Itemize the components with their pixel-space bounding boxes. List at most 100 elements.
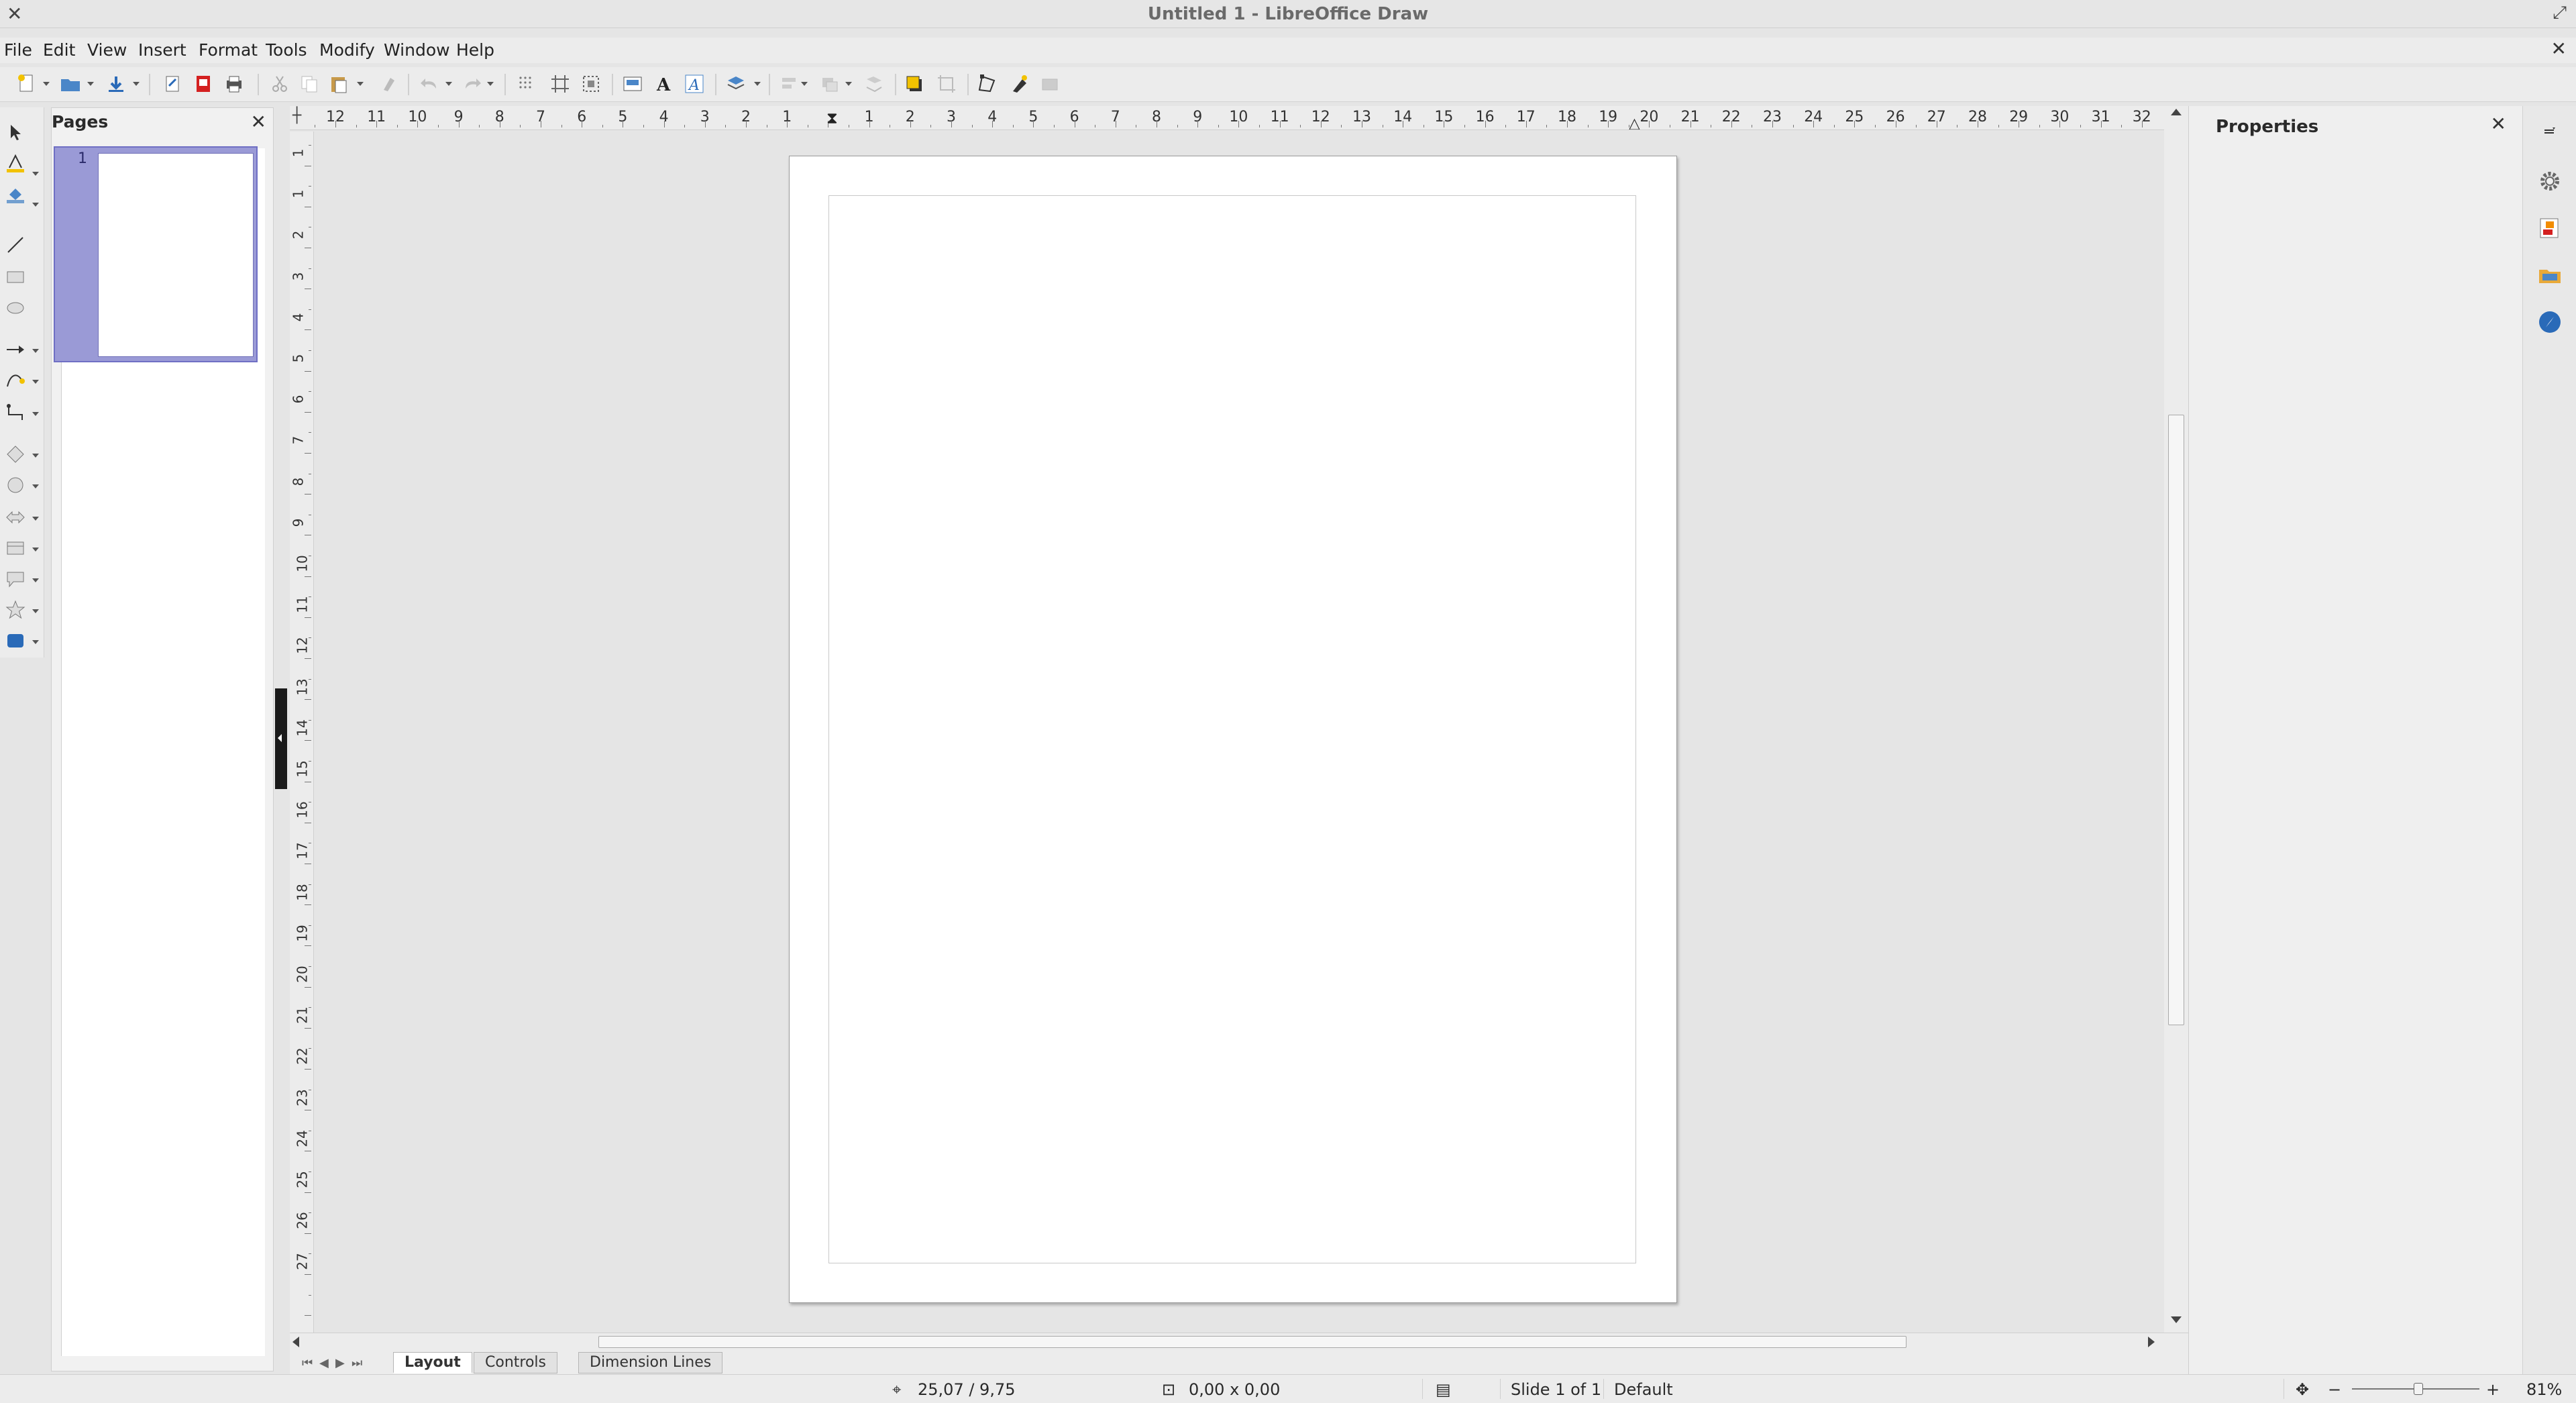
fill-color-icon[interactable] xyxy=(5,184,25,204)
points-icon[interactable] xyxy=(975,72,998,95)
grid-icon[interactable] xyxy=(515,72,538,95)
menu-view[interactable]: View xyxy=(87,40,127,60)
toggle-extrusion-icon[interactable] xyxy=(1038,72,1061,95)
zoom-out-icon[interactable]: − xyxy=(2328,1380,2341,1399)
open-icon[interactable] xyxy=(59,72,82,95)
horizontal-scroll-thumb[interactable] xyxy=(598,1336,1907,1348)
menu-tools[interactable]: Tools xyxy=(266,40,307,60)
properties-close-icon[interactable]: ✕ xyxy=(2491,113,2506,135)
left-margin-marker-icon[interactable]: ⧗ xyxy=(826,109,838,127)
scroll-up-icon[interactable] xyxy=(2171,109,2182,115)
horizontal-scrollbar[interactable] xyxy=(290,1333,2161,1351)
gallery-icon[interactable] xyxy=(2536,262,2563,289)
copy-icon[interactable] xyxy=(298,72,321,95)
curve-icon[interactable] xyxy=(5,370,25,391)
line-tool-icon[interactable] xyxy=(5,235,25,255)
right-margin-marker-icon[interactable]: △ xyxy=(1629,115,1640,129)
export-pdf-icon[interactable] xyxy=(192,72,215,95)
transform-icon[interactable] xyxy=(724,72,747,95)
ruler-label: 1 xyxy=(290,148,307,158)
shadow-icon[interactable] xyxy=(903,72,926,95)
zoom-slider-knob[interactable] xyxy=(2413,1383,2423,1395)
tab-controls[interactable]: Controls xyxy=(474,1352,557,1373)
extrusion-icon[interactable] xyxy=(863,72,885,95)
properties-gear-icon[interactable] xyxy=(2536,168,2563,195)
navigator-icon[interactable] xyxy=(2536,309,2563,335)
symbol-shapes-icon[interactable] xyxy=(5,475,25,495)
menu-modify[interactable]: Modify xyxy=(319,40,375,60)
document-close-icon[interactable]: ✕ xyxy=(2551,38,2567,60)
menu-insert[interactable]: Insert xyxy=(138,40,186,60)
first-tab-icon[interactable]: ⏮ xyxy=(302,1356,313,1370)
fontwork-icon[interactable]: A xyxy=(652,72,675,95)
ruler-tick xyxy=(305,1027,311,1029)
ruler-label: 7 xyxy=(290,436,307,445)
text-icon[interactable]: A xyxy=(683,72,706,95)
image-icon[interactable] xyxy=(621,72,644,95)
crop-icon[interactable] xyxy=(935,72,958,95)
clone-formatting-icon[interactable] xyxy=(377,72,400,95)
pages-panel-close-icon[interactable]: ✕ xyxy=(251,111,266,133)
drawing-canvas[interactable] xyxy=(315,132,2164,1333)
align-icon[interactable] xyxy=(778,72,801,95)
scroll-left-icon[interactable] xyxy=(292,1337,299,1347)
pages-panel-header: Pages ✕ xyxy=(52,108,273,136)
zoom-level[interactable]: 81% xyxy=(2526,1380,2562,1399)
ellipse-tool-icon[interactable] xyxy=(5,298,25,318)
menu-help[interactable]: Help xyxy=(456,40,494,60)
block-arrows-icon[interactable] xyxy=(5,507,25,527)
tab-layout[interactable]: Layout xyxy=(393,1352,472,1373)
drawing-page[interactable] xyxy=(789,156,1677,1303)
vertical-ruler[interactable]: 1 1 2 3 4 5 6 7 8 9 10 11 12 13 14 15 16 17 18 19 20 21 22 23 24… xyxy=(290,132,314,1333)
menu-file[interactable]: File xyxy=(4,40,32,60)
stars-icon[interactable] xyxy=(5,600,25,620)
helplines-icon[interactable] xyxy=(549,72,572,95)
line-color-icon[interactable] xyxy=(5,153,25,173)
ruler-origin-icon[interactable]: ┼ xyxy=(292,107,301,124)
connector-icon[interactable] xyxy=(5,403,25,423)
redo-icon[interactable] xyxy=(460,72,483,95)
last-tab-icon[interactable]: ⏭ xyxy=(352,1356,362,1370)
sidebar-menu-icon[interactable] xyxy=(2536,118,2563,145)
menu-format[interactable]: Format xyxy=(199,40,258,60)
horizontal-ruler[interactable]: 12 11 10 9 8 7 6 5 4 3 2 1 1 2 3 4 5 6 7 8 9 10 11 12 13 14 15 16 17… xyxy=(290,106,2164,130)
styles-icon[interactable] xyxy=(2536,215,2563,242)
zoom-in-icon[interactable]: + xyxy=(2486,1380,2500,1399)
save-icon[interactable] xyxy=(105,72,127,95)
window-restore-icon[interactable]: ⤢ xyxy=(2553,3,2567,23)
tab-dimension-lines[interactable]: Dimension Lines xyxy=(578,1352,723,1373)
3d-objects-icon[interactable] xyxy=(5,631,25,651)
left-panel-splitter[interactable] xyxy=(275,688,287,789)
flowchart-icon[interactable] xyxy=(5,538,25,558)
menu-window[interactable]: Window xyxy=(384,40,450,60)
snap-icon[interactable] xyxy=(580,72,602,95)
ruler-tick xyxy=(309,966,311,967)
ruler-label: 2 xyxy=(290,231,307,240)
scroll-down-icon[interactable] xyxy=(2171,1316,2182,1323)
document-modified-icon[interactable]: ▤ xyxy=(1436,1380,1451,1399)
export-icon[interactable] xyxy=(161,72,184,95)
print-icon[interactable] xyxy=(223,72,246,95)
new-document-icon[interactable] xyxy=(15,72,38,95)
undo-icon[interactable] xyxy=(419,72,441,95)
select-icon[interactable] xyxy=(5,122,25,142)
glue-icon[interactable] xyxy=(1008,72,1030,95)
arrow-line-icon[interactable] xyxy=(5,340,25,360)
vertical-scrollbar[interactable] xyxy=(2164,106,2188,1333)
next-tab-icon[interactable]: ▶ xyxy=(335,1356,345,1370)
previous-tab-icon[interactable]: ◀ xyxy=(319,1356,329,1370)
scroll-right-icon[interactable] xyxy=(2148,1337,2155,1347)
menu-edit[interactable]: Edit xyxy=(43,40,75,60)
ruler-tick xyxy=(305,1315,311,1316)
vertical-scroll-thumb[interactable] xyxy=(2168,415,2184,1025)
ruler-label: 21 xyxy=(294,1006,311,1024)
rectangle-tool-icon[interactable] xyxy=(5,267,25,287)
page-thumbnail[interactable] xyxy=(98,153,254,357)
master-page-name[interactable]: Default xyxy=(1614,1380,1673,1399)
callouts-icon[interactable] xyxy=(5,569,25,589)
basic-shapes-icon[interactable] xyxy=(5,444,25,464)
paste-icon[interactable] xyxy=(327,72,350,95)
arrange-icon[interactable] xyxy=(818,72,841,95)
cut-icon[interactable] xyxy=(268,72,291,95)
fit-page-icon[interactable]: ✥ xyxy=(2296,1380,2309,1399)
